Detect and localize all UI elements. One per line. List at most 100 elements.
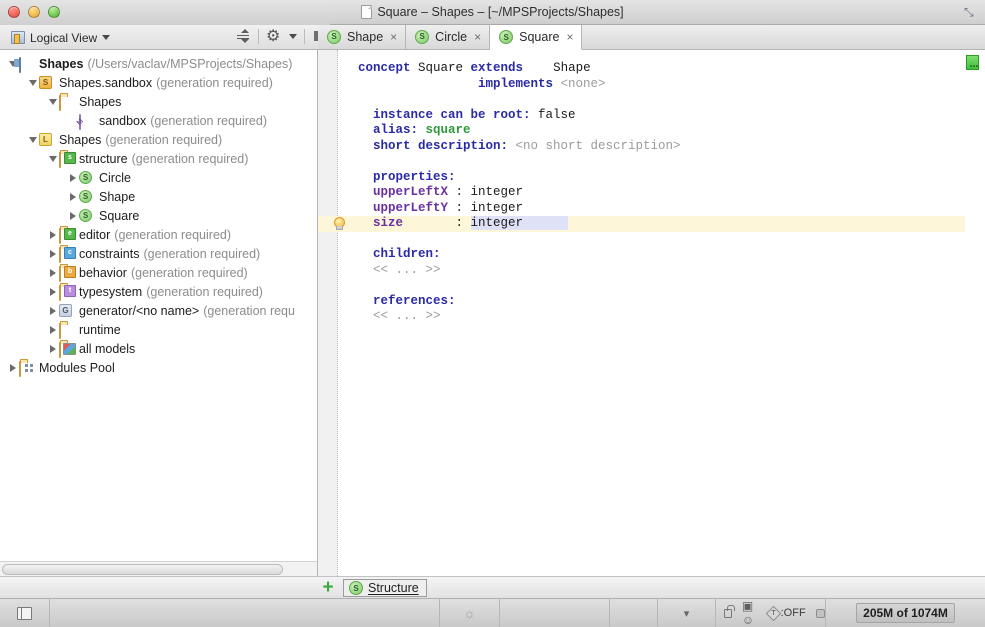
tree-item[interactable]: LShapes(generation required) xyxy=(0,130,317,149)
chevron-right-icon[interactable] xyxy=(46,231,59,239)
tree-item-label: Circle xyxy=(99,171,131,185)
lock-icon[interactable] xyxy=(724,609,732,618)
code-line[interactable]: children: xyxy=(338,247,985,263)
code-token: upperLeftX xyxy=(358,185,448,199)
settings-gear-icon[interactable] xyxy=(266,28,282,44)
editor-tab-circle[interactable]: SCircle× xyxy=(406,24,490,49)
memory-indicator[interactable]: 205M of 1074M xyxy=(826,599,985,627)
chevron-right-icon[interactable] xyxy=(6,364,19,372)
tree-item-icon xyxy=(59,285,75,299)
tree-horizontal-scrollbar[interactable] xyxy=(0,561,318,576)
tree-item-icon xyxy=(19,361,35,375)
code-token: Shape xyxy=(553,61,591,75)
project-icon xyxy=(19,57,21,73)
tree-item[interactable]: Ggenerator/<no name>(generation requ xyxy=(0,301,317,320)
code-editor[interactable]: concept Square extends Shape implements … xyxy=(318,50,985,576)
tree-item[interactable]: constraints(generation required) xyxy=(0,244,317,263)
structure-aspect-icon xyxy=(59,152,61,168)
code-line[interactable]: size : integer xyxy=(318,216,965,232)
panel-layout-icon[interactable] xyxy=(17,607,32,620)
status-updown-arrows[interactable]: ▾ xyxy=(658,599,716,627)
code-line[interactable]: instance can be root: false xyxy=(338,108,985,124)
status-layout-cell[interactable] xyxy=(0,599,50,627)
chevron-right-icon[interactable] xyxy=(46,269,59,277)
code-line[interactable]: alias: square xyxy=(338,123,985,139)
chevron-right-icon[interactable] xyxy=(46,307,59,315)
chevron-down-icon[interactable] xyxy=(46,156,59,162)
chevron-right-icon[interactable] xyxy=(46,250,59,258)
close-icon[interactable]: × xyxy=(474,30,481,44)
chevron-down-icon[interactable] xyxy=(46,99,59,105)
code-line[interactable]: short description: <no short description… xyxy=(338,139,985,155)
structure-tab-icon: S xyxy=(349,581,363,595)
code-line[interactable]: upperLeftX : integer xyxy=(338,185,985,201)
tree-item[interactable]: Msandbox(generation required) xyxy=(0,111,317,130)
tree-item[interactable]: Shapes(/Users/vaclav/MPSProjects/Shapes) xyxy=(0,54,317,73)
code-line[interactable] xyxy=(338,278,985,294)
add-tool-window-button[interactable]: + xyxy=(320,580,336,596)
chevron-down-icon[interactable] xyxy=(26,137,39,143)
editor-code[interactable]: concept Square extends Shape implements … xyxy=(338,50,985,576)
close-window-button[interactable] xyxy=(8,6,20,18)
code-line[interactable]: concept Square extends Shape xyxy=(338,61,985,77)
tree-item-label: Shapes.sandbox xyxy=(59,76,152,90)
code-line[interactable]: upperLeftY : integer xyxy=(338,201,985,217)
concept-icon: S xyxy=(499,30,513,44)
tree-item[interactable]: Shapes xyxy=(0,92,317,111)
code-line[interactable] xyxy=(338,154,985,170)
tree-item-icon xyxy=(59,152,75,166)
gear-chevron-down-icon[interactable] xyxy=(289,34,297,39)
android-debug-icon[interactable]: ▣☺ xyxy=(742,599,758,627)
folder-icon xyxy=(59,323,61,339)
minimize-window-button[interactable] xyxy=(28,6,40,18)
view-selector[interactable]: Logical View xyxy=(6,28,115,47)
tree-item[interactable]: typesystem(generation required) xyxy=(0,282,317,301)
close-icon[interactable]: × xyxy=(566,30,573,44)
code-line[interactable] xyxy=(338,232,985,248)
code-line[interactable]: properties: xyxy=(338,170,985,186)
window-controls[interactable] xyxy=(8,6,60,18)
tree-item[interactable]: behavior(generation required) xyxy=(0,263,317,282)
tab-structure[interactable]: S Structure xyxy=(343,579,427,597)
maximize-window-button[interactable] xyxy=(48,6,60,18)
tree-item[interactable]: SShapes.sandbox(generation required) xyxy=(0,73,317,92)
chevron-right-icon[interactable] xyxy=(46,288,59,296)
tree-item[interactable]: SSquare xyxy=(0,206,317,225)
editor-tab-shape[interactable]: SShape× xyxy=(318,24,406,49)
chevron-right-icon[interactable] xyxy=(66,174,79,182)
tree-item[interactable]: editor(generation required) xyxy=(0,225,317,244)
concept-icon: S xyxy=(415,30,429,44)
tree-item[interactable]: structure(generation required) xyxy=(0,149,317,168)
close-icon[interactable]: × xyxy=(390,30,397,44)
tree-item[interactable]: Modules Pool xyxy=(0,358,317,377)
typesystem-aspect-icon xyxy=(59,285,61,301)
code-line[interactable]: << ... >> xyxy=(338,263,985,279)
code-line[interactable]: << ... >> xyxy=(338,309,985,325)
code-line[interactable] xyxy=(338,92,985,108)
tree-item-label: Shapes xyxy=(39,57,83,71)
constraints-aspect-icon xyxy=(59,247,61,263)
toggle-off-indicator[interactable]: T :OFF xyxy=(768,607,806,619)
tree-item[interactable]: runtime xyxy=(0,320,317,339)
tree-item[interactable]: SShape xyxy=(0,187,317,206)
chevron-down-icon[interactable] xyxy=(26,80,39,86)
code-token: children: xyxy=(358,247,441,261)
lightbulb-icon[interactable] xyxy=(332,216,345,231)
chevron-right-icon[interactable] xyxy=(66,212,79,220)
notifications-icon[interactable] xyxy=(816,609,825,618)
tree-scrollbar-thumb[interactable] xyxy=(2,564,283,575)
tree-item-label: Shape xyxy=(99,190,135,204)
chevron-right-icon[interactable] xyxy=(46,326,59,334)
code-line[interactable]: implements <none> xyxy=(338,77,985,93)
editor-tab-square[interactable]: SSquare× xyxy=(490,25,582,50)
document-icon xyxy=(361,5,372,19)
tree-item[interactable]: SCircle xyxy=(0,168,317,187)
code-line[interactable]: references: xyxy=(338,294,985,310)
collapse-all-icon[interactable] xyxy=(235,28,251,44)
chevron-right-icon[interactable] xyxy=(46,345,59,353)
tree-item[interactable]: all models xyxy=(0,339,317,358)
chevron-right-icon[interactable] xyxy=(66,193,79,201)
fullscreen-icon[interactable]: ⤡ xyxy=(964,6,977,19)
code-token: integer xyxy=(471,216,569,230)
generator-icon: G xyxy=(59,304,72,317)
